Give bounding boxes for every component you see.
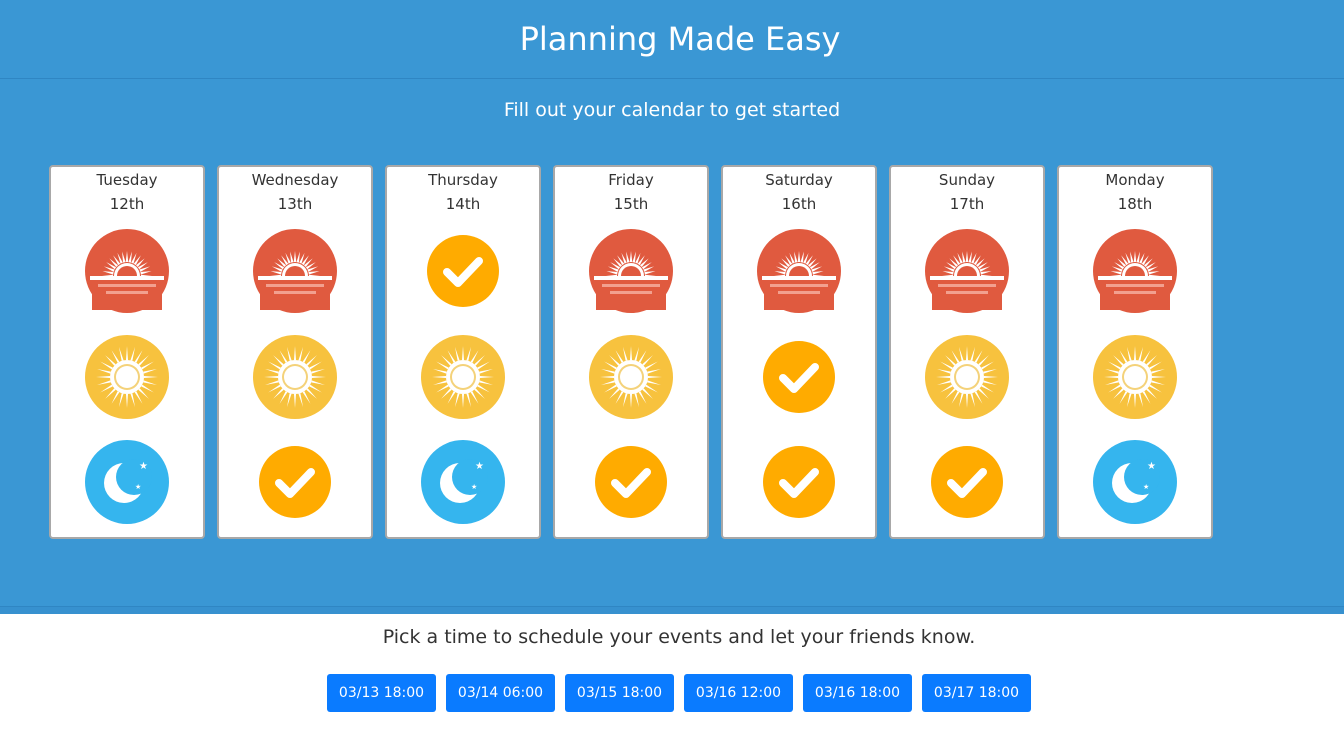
calendar-section: Fill out your calendar to get started Tu… <box>0 79 1344 606</box>
day-date: 13th <box>277 195 313 213</box>
check-icon <box>420 228 506 314</box>
page-header: Planning Made Easy <box>0 0 1344 79</box>
svg-text:★: ★ <box>471 483 477 491</box>
afternoon-slot-button[interactable] <box>420 334 506 420</box>
morning-slot-button[interactable] <box>84 228 170 314</box>
day-date: 16th <box>781 195 817 213</box>
afternoon-slot-button[interactable] <box>252 334 338 420</box>
day-name: Wednesday <box>251 171 339 189</box>
time-option-button[interactable]: 03/13 18:00 <box>327 674 436 712</box>
sunrise-icon <box>1092 228 1178 314</box>
sunrise-icon <box>924 228 1010 314</box>
afternoon-slot-button[interactable] <box>1092 334 1178 420</box>
day-date: 17th <box>949 195 985 213</box>
evening-slot-button[interactable] <box>252 439 338 525</box>
time-options: 03/13 18:00 03/14 06:00 03/15 18:00 03/16 1… <box>327 674 1031 712</box>
sunrise-icon <box>84 228 170 314</box>
time-option-button[interactable]: 03/16 12:00 <box>684 674 793 712</box>
evening-slot-button[interactable] <box>924 439 1010 525</box>
day-name: Thursday <box>428 171 498 189</box>
morning-slot-button[interactable] <box>924 228 1010 314</box>
afternoon-slot-button[interactable] <box>588 334 674 420</box>
day-card-friday: Friday 15th <box>553 165 709 539</box>
day-name: Tuesday <box>96 171 158 189</box>
evening-slot-button[interactable]: ★ ★ <box>1092 439 1178 525</box>
sunrise-icon <box>588 228 674 314</box>
day-name: Friday <box>608 171 654 189</box>
moon-icon: ★ ★ <box>1092 439 1178 525</box>
moon-icon: ★ ★ <box>420 439 506 525</box>
day-card-thursday: Thursday 14th ★ ★ <box>385 165 541 539</box>
day-name: Sunday <box>938 171 996 189</box>
check-icon <box>252 439 338 525</box>
day-date: 18th <box>1117 195 1153 213</box>
day-card-sunday: Sunday 17th <box>889 165 1045 539</box>
sun-icon <box>420 334 506 420</box>
sun-icon <box>588 334 674 420</box>
day-card-saturday: Saturday 16th <box>721 165 877 539</box>
check-icon <box>588 439 674 525</box>
time-option-button[interactable]: 03/17 18:00 <box>922 674 1031 712</box>
svg-text:★: ★ <box>475 461 484 472</box>
sun-icon <box>252 334 338 420</box>
day-name: Monday <box>1105 171 1165 189</box>
svg-text:★: ★ <box>1143 483 1149 491</box>
morning-slot-button[interactable] <box>420 228 506 314</box>
afternoon-slot-button[interactable] <box>756 334 842 420</box>
afternoon-slot-button[interactable] <box>84 334 170 420</box>
evening-slot-button[interactable]: ★ ★ <box>420 439 506 525</box>
evening-slot-button[interactable]: ★ ★ <box>84 439 170 525</box>
morning-slot-button[interactable] <box>756 228 842 314</box>
morning-slot-button[interactable] <box>588 228 674 314</box>
morning-slot-button[interactable] <box>252 228 338 314</box>
afternoon-slot-button[interactable] <box>924 334 1010 420</box>
moon-icon: ★ ★ <box>84 439 170 525</box>
time-option-button[interactable]: 03/16 18:00 <box>803 674 912 712</box>
check-icon <box>756 334 842 420</box>
svg-text:★: ★ <box>1147 461 1156 472</box>
svg-text:★: ★ <box>139 461 148 472</box>
schedule-section: Pick a time to schedule your events and … <box>0 614 1344 751</box>
sunrise-icon <box>252 228 338 314</box>
schedule-instructions: Pick a time to schedule your events and … <box>382 626 976 648</box>
page-title: Planning Made Easy <box>519 20 841 58</box>
calendar-subtitle: Fill out your calendar to get started <box>503 99 841 121</box>
time-option-button[interactable]: 03/15 18:00 <box>565 674 674 712</box>
evening-slot-button[interactable] <box>756 439 842 525</box>
morning-slot-button[interactable] <box>1092 228 1178 314</box>
sunrise-icon <box>756 228 842 314</box>
day-columns: Tuesday 12th ★ ★ Wednesday 13th Thursday… <box>49 165 1213 539</box>
day-card-tuesday: Tuesday 12th ★ ★ <box>49 165 205 539</box>
sun-icon <box>1092 334 1178 420</box>
svg-text:★: ★ <box>135 483 141 491</box>
time-option-button[interactable]: 03/14 06:00 <box>446 674 555 712</box>
day-card-monday: Monday 18th ★ ★ <box>1057 165 1213 539</box>
sun-icon <box>84 334 170 420</box>
day-date: 15th <box>613 195 649 213</box>
check-icon <box>924 439 1010 525</box>
sun-icon <box>924 334 1010 420</box>
day-date: 12th <box>109 195 145 213</box>
evening-slot-button[interactable] <box>588 439 674 525</box>
check-icon <box>756 439 842 525</box>
day-date: 14th <box>445 195 481 213</box>
day-name: Saturday <box>765 171 833 189</box>
day-card-wednesday: Wednesday 13th <box>217 165 373 539</box>
